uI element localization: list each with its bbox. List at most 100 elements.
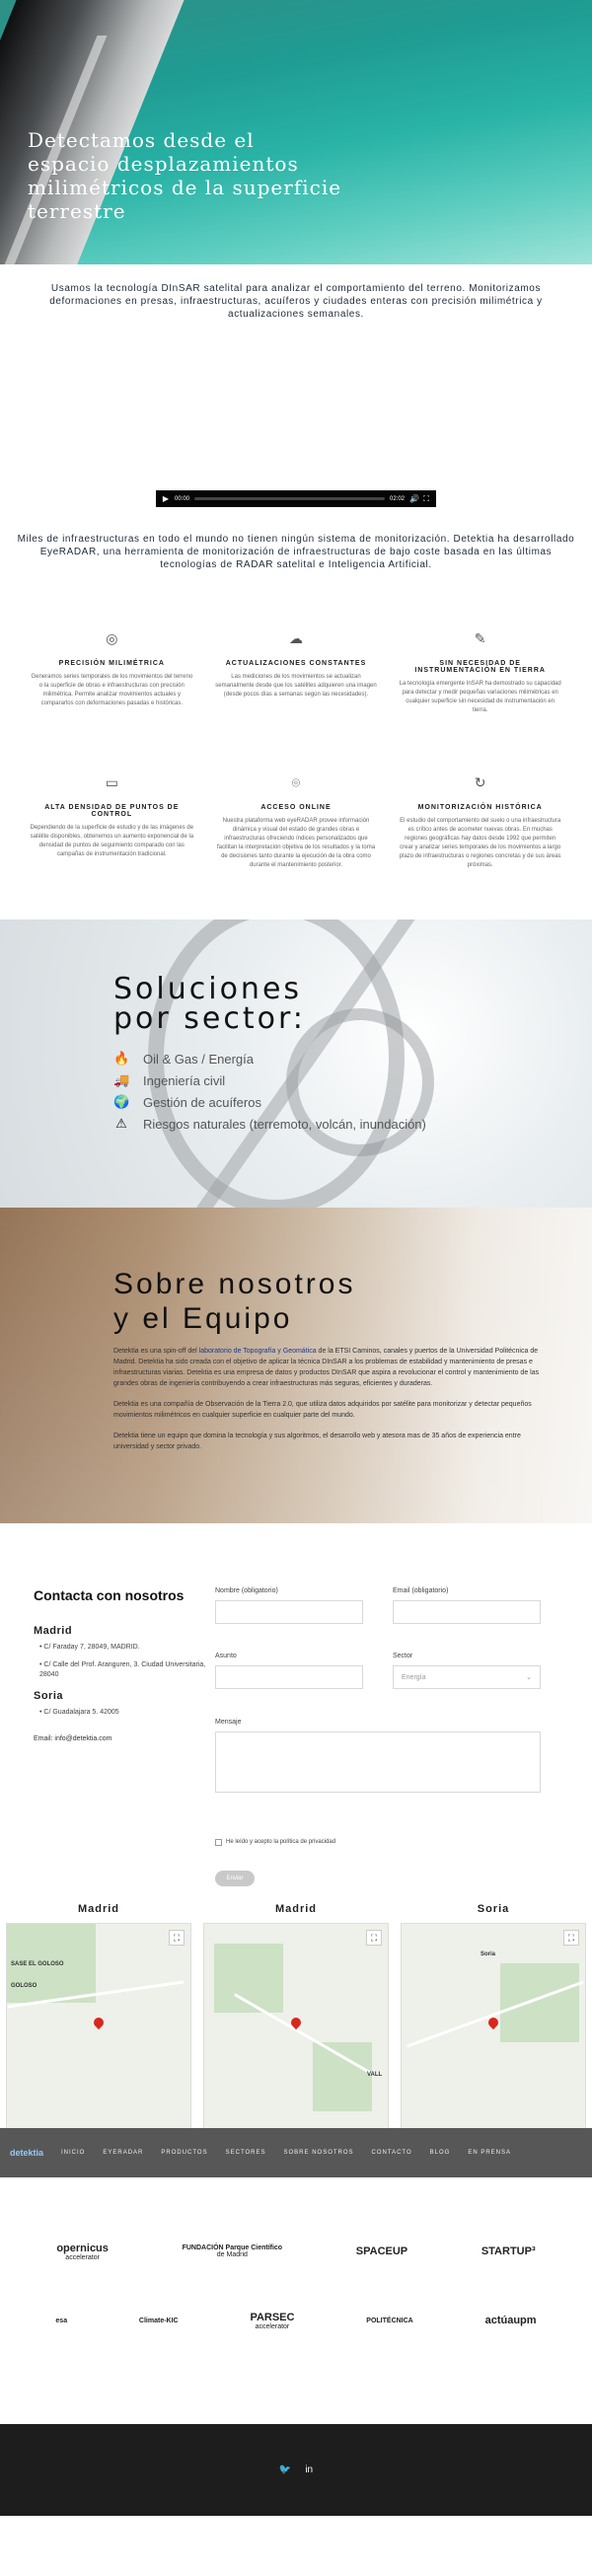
name-field-group: Nombre (obligatorio)	[215, 1587, 373, 1653]
map-label: GOLOSO	[11, 1983, 37, 1989]
partner-sub: de Madrid	[216, 2251, 248, 2258]
sector-item-aquifers[interactable]: 🌍 Gestión de acuíferos	[113, 1091, 426, 1113]
map-title: Madrid	[77, 1903, 120, 1915]
feature-text: Generamos series temporales de los movim…	[31, 674, 193, 706]
partner-name: FUNDACIÓN Parque Científico	[182, 2245, 283, 2251]
map-view[interactable]: SASE EL GOLOSO GOLOSO ⛶	[6, 1923, 191, 2134]
play-icon[interactable]: ▶	[162, 494, 170, 503]
intro-text: Usamos la tecnología DInSAR satelital pa…	[49, 283, 543, 320]
contact-title: Contacta con nosotros	[34, 1587, 185, 1603]
partner-name: PARSEC	[250, 2311, 295, 2323]
sector-item-civil[interactable]: 🚚 Ingeniería civil	[113, 1069, 426, 1091]
partners-row-1: opernicus accelerator FUNDACIÓN Parque Ci…	[20, 2217, 572, 2286]
soria-heading: Soria	[34, 1690, 64, 1702]
about-paragraph-1: Detektia es una spin-off del laboratorio…	[113, 1346, 557, 1389]
about-paragraph-3: Detektia tiene un equipo que domina la t…	[113, 1433, 521, 1450]
fullscreen-icon[interactable]: ⛶	[422, 494, 430, 504]
fpcm-logo[interactable]: FUNDACIÓN Parque Científico de Madrid	[183, 2245, 283, 2258]
partner-name: actúaupm	[484, 2315, 537, 2326]
about-paragraph-2: Detektia es una compañía de Observación …	[113, 1401, 532, 1419]
globe-icon: 🌍	[113, 1094, 130, 1109]
startup3-logo[interactable]: STARTUP³	[481, 2245, 536, 2257]
sector-label: Oil & Gas / Energía	[143, 1051, 254, 1067]
volume-icon[interactable]: 🔊	[409, 494, 419, 503]
detektia-logo[interactable]: detektia	[10, 2148, 43, 2158]
nav-item-eyeradar[interactable]: EYERADAR	[103, 2150, 143, 2156]
topography-lab-link[interactable]: laboratorio de Topografía y Geomática	[199, 1348, 317, 1355]
spaceup-logo[interactable]: SPACEUP	[356, 2245, 407, 2257]
subject-field-group: Asunto	[215, 1653, 373, 1718]
feature-title: SIN NECESIDAD DE INSTRUMENTACIÓN EN TIER…	[414, 660, 546, 674]
video-player[interactable]: ▶ 00:00 02:02 🔊 ⛶	[156, 490, 436, 507]
sector-select[interactable]: Energía ⌄	[393, 1665, 541, 1690]
map-view[interactable]: VALL ⛶	[203, 1923, 389, 2134]
nav-item-sobre-nosotros[interactable]: SOBRE NOSOTROS	[284, 2150, 354, 2156]
video-progress-bar[interactable]	[194, 497, 385, 500]
contact-form: Nombre (obligatorio) Email (obligatorio)…	[215, 1587, 551, 1903]
nav-item-en-prensa[interactable]: EN PRENSA	[468, 2150, 511, 2156]
feature-online-access: ⌾ ACCESO ONLINE Nuestra plataforma web e…	[214, 774, 379, 870]
madrid-address-2: C/ Calle del Prof. Aranguren, 3. Ciudad …	[39, 1660, 211, 1680]
feature-historic: ↻ MONITORIZACIÓN HISTÓRICA El estudio de…	[398, 774, 562, 870]
madrid-heading: Madrid	[34, 1625, 73, 1637]
video-section: ▶ 00:00 02:02 🔊 ⛶	[0, 321, 592, 533]
partner-name: SPACEUP	[355, 2245, 408, 2257]
fullscreen-icon[interactable]: ⛶	[169, 1930, 185, 1946]
about-content: Sobre nosotros y el Equipo Detektia es u…	[113, 1267, 557, 1452]
map-madrid-1: Madrid SASE EL GOLOSO GOLOSO ⛶	[6, 1903, 191, 2158]
twitter-icon[interactable]: 🐦	[279, 2465, 291, 2475]
feature-title: PRECISIÓN MILIMÉTRICA	[58, 660, 165, 667]
pen-icon: ✎	[474, 630, 486, 646]
politecnica-logo[interactable]: POLITÉCNICA	[366, 2318, 412, 2324]
copernicus-logo[interactable]: opernicus accelerator	[56, 2243, 109, 2261]
partner-name: opernicus	[56, 2242, 109, 2254]
privacy-consent: He leído y acepto la política de privaci…	[215, 1830, 551, 1854]
mission-text: Miles de infraestructuras en todo el mun…	[17, 534, 575, 570]
climate-kic-logo[interactable]: Climate-KIC	[139, 2318, 179, 2324]
feature-text: Dependiendo de la superficie de estudio …	[30, 825, 194, 857]
fullscreen-icon[interactable]: ⛶	[563, 1930, 579, 1946]
feature-text: Nuestra plataforma web eyeRADAR provee i…	[216, 818, 376, 868]
sector-label: Riesgos naturales (terremoto, volcán, in…	[143, 1116, 426, 1132]
privacy-checkbox[interactable]	[215, 1838, 222, 1846]
message-label: Mensaje	[215, 1718, 242, 1726]
partner-sub: accelerator	[65, 2253, 100, 2261]
feature-text: Las mediciones de los movimientos se act…	[215, 674, 377, 698]
contact-info: Contacta con nosotros Madrid C/ Faraday …	[34, 1587, 211, 1903]
maps-section: Madrid SASE EL GOLOSO GOLOSO ⛶ Madrid VA…	[0, 1903, 592, 2158]
sector-item-natural-risks[interactable]: ⚠ Riesgos naturales (terremoto, volcán, …	[113, 1113, 426, 1135]
feature-no-instrumentation: ✎ SIN NECESIDAD DE INSTRUMENTACIÓN EN TI…	[398, 630, 562, 715]
sector-list: 🔥 Oil & Gas / Energía 🚚 Ingeniería civil…	[113, 1048, 426, 1135]
nav-item-sectores[interactable]: SECTORES	[226, 2150, 266, 2156]
nav-item-productos[interactable]: PRODUCTOS	[161, 2150, 207, 2156]
linkedin-icon[interactable]: in	[305, 2465, 313, 2475]
contact-email[interactable]: Email: info@detektia.com	[34, 1735, 211, 1742]
esa-logo[interactable]: esa	[55, 2318, 67, 2324]
madrid-address-1: C/ Faraday 7, 28049, MADRID.	[39, 1643, 211, 1653]
fullscreen-icon[interactable]: ⛶	[366, 1930, 382, 1946]
subject-input[interactable]	[215, 1665, 363, 1690]
message-textarea[interactable]	[215, 1730, 541, 1793]
feature-density: ▭ ALTA DENSIDAD DE PUNTOS DE CONTROL Dep…	[30, 774, 194, 870]
parsec-logo[interactable]: PARSEC accelerator	[250, 2312, 294, 2330]
send-button[interactable]: Enviar	[215, 1870, 255, 1886]
video-duration: 02:02	[389, 495, 405, 502]
email-field-group: Email (obligatorio)	[393, 1587, 551, 1653]
nav-item-contacto[interactable]: CONTACTO	[372, 2150, 412, 2156]
map-pin-icon[interactable]	[91, 2015, 107, 2030]
actuaupm-logo[interactable]: actúaupm	[485, 2315, 537, 2326]
name-input[interactable]	[215, 1600, 363, 1624]
nav-item-inicio[interactable]: INICIO	[61, 2150, 85, 2156]
nav-item-blog[interactable]: BLOG	[430, 2150, 451, 2156]
message-field-group: Mensaje	[215, 1719, 551, 1814]
contact-section: Contacta con nosotros Madrid C/ Faraday …	[0, 1523, 592, 1903]
sector-label: Sector	[393, 1653, 413, 1660]
map-label: SASE EL GOLOSO	[11, 1961, 64, 1967]
sector-item-oil-gas[interactable]: 🔥 Oil & Gas / Energía	[113, 1048, 426, 1069]
feature-title: ACTUALIZACIONES CONSTANTES	[225, 660, 367, 667]
sector-field-group: Sector Energía ⌄	[393, 1653, 551, 1718]
map-view[interactable]: Soria ⛶	[401, 1923, 586, 2134]
privacy-label: He leído y acepto la política de privaci…	[226, 1839, 336, 1846]
flame-icon: 🔥	[113, 1051, 130, 1066]
email-input[interactable]	[393, 1600, 541, 1624]
